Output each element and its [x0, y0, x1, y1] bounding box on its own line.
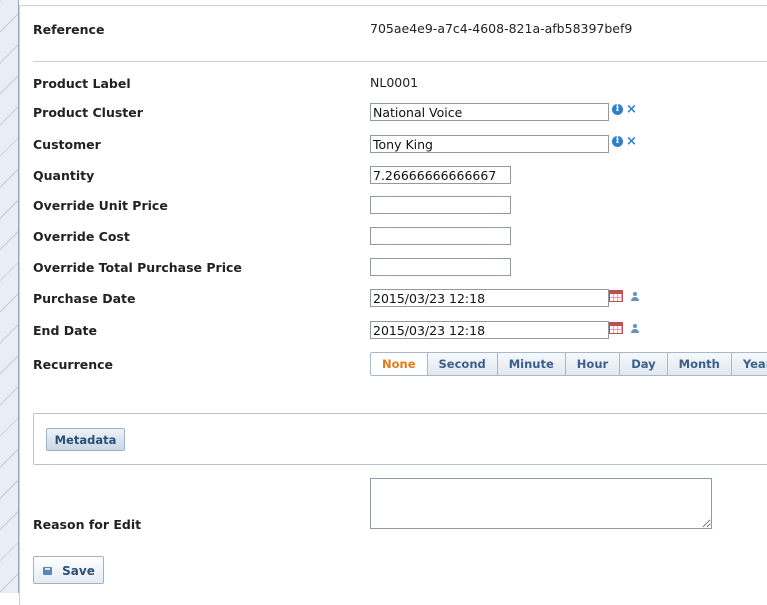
recurrence-none-button[interactable]: None: [371, 353, 428, 375]
override-total-purchase-price-input[interactable]: [370, 258, 511, 276]
info-icon[interactable]: i: [612, 136, 623, 147]
recurrence-month-button[interactable]: Month: [667, 353, 732, 375]
recurrence-selector: None Second Minute Hour Day Month Year: [370, 352, 767, 376]
reason-for-edit-textarea[interactable]: [370, 478, 712, 529]
recurrence-hour-button[interactable]: Hour: [565, 353, 621, 375]
quantity-label: Quantity: [33, 168, 95, 183]
override-cost-input[interactable]: [370, 227, 511, 245]
edit-purchase-form: Reference 705ae4e9-a7c4-4608-821a-afb583…: [19, 5, 767, 605]
quantity-input[interactable]: [370, 166, 511, 184]
product-label-label: Product Label: [33, 76, 131, 91]
left-decorative-strip: [0, 0, 19, 593]
override-total-purchase-price-label: Override Total Purchase Price: [33, 260, 242, 275]
product-label-value: NL0001: [370, 75, 419, 90]
calendar-icon[interactable]: [609, 290, 623, 302]
product-cluster-input[interactable]: [370, 103, 609, 121]
save-button[interactable]: Save: [33, 556, 104, 584]
end-date-label: End Date: [33, 323, 98, 338]
customer-input[interactable]: [370, 135, 609, 153]
save-button-label: Save: [62, 564, 95, 578]
product-cluster-label: Product Cluster: [33, 105, 143, 120]
recurrence-year-button[interactable]: Year: [731, 353, 767, 375]
section-divider: [33, 61, 767, 62]
reference-value: 705ae4e9-a7c4-4608-821a-afb58397bef9: [370, 21, 633, 36]
user-icon[interactable]: [630, 292, 640, 302]
metadata-button[interactable]: Metadata: [46, 428, 125, 451]
reference-label: Reference: [33, 22, 105, 37]
recurrence-second-button[interactable]: Second: [427, 353, 498, 375]
calendar-icon[interactable]: [609, 322, 623, 334]
customer-label: Customer: [33, 137, 101, 152]
clear-x-icon[interactable]: ×: [626, 103, 637, 116]
purchase-date-input[interactable]: [370, 289, 609, 307]
info-icon[interactable]: i: [612, 104, 623, 115]
recurrence-day-button[interactable]: Day: [620, 353, 668, 375]
end-date-input[interactable]: [370, 321, 609, 339]
override-cost-label: Override Cost: [33, 229, 130, 244]
user-icon[interactable]: [630, 324, 640, 334]
recurrence-minute-button[interactable]: Minute: [497, 353, 566, 375]
recurrence-label: Recurrence: [33, 357, 114, 372]
override-unit-price-input[interactable]: [370, 196, 511, 214]
save-icon: [43, 567, 52, 575]
reason-for-edit-label: Reason for Edit: [33, 517, 142, 532]
override-unit-price-label: Override Unit Price: [33, 198, 168, 213]
clear-x-icon[interactable]: ×: [626, 135, 637, 148]
purchase-date-label: Purchase Date: [33, 291, 136, 306]
metadata-section: Metadata: [33, 413, 767, 465]
